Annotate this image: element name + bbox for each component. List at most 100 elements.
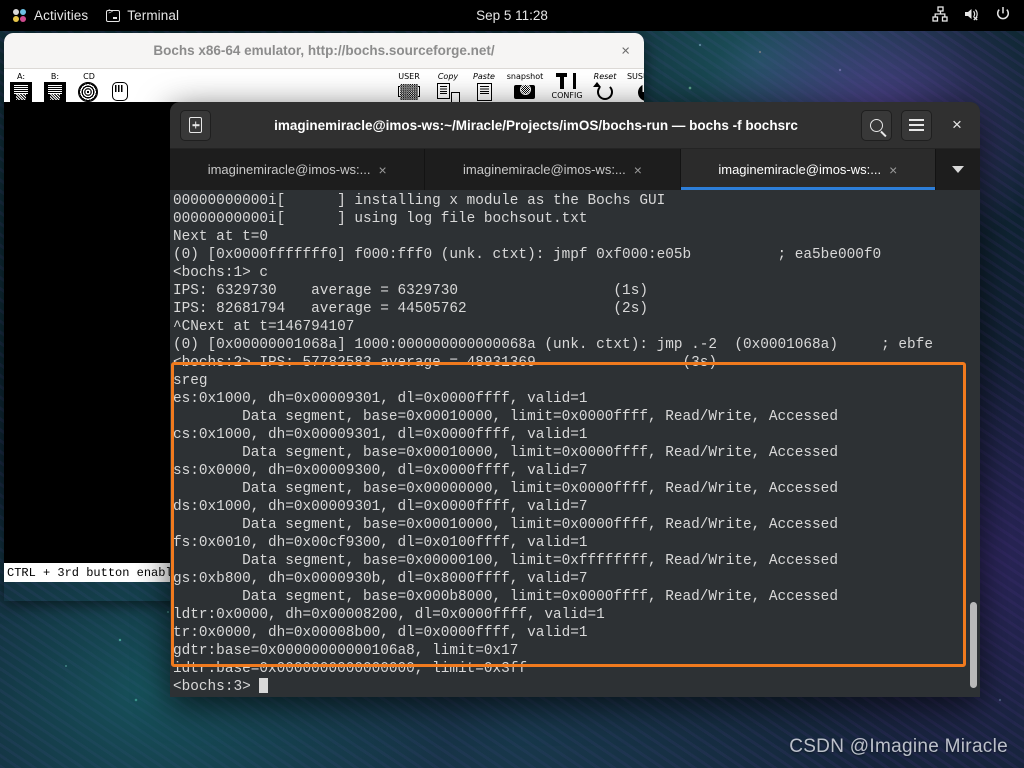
terminal-line: ss:0x0000, dh=0x00009300, dl=0x0000ffff,…: [173, 463, 588, 479]
tab-close-icon[interactable]: ×: [634, 162, 642, 178]
bochs-toolbar-left-group: A: B: CD: [4, 69, 140, 102]
search-button[interactable]: [861, 109, 892, 141]
camera-icon: [514, 82, 536, 102]
terminal-line: fs:0x0010, dh=0x00cf9300, dl=0x0100ffff,…: [173, 535, 588, 551]
user-button[interactable]: USER: [388, 69, 430, 102]
bochs-title-bar[interactable]: Bochs x86-64 emulator, http://bochs.sour…: [4, 33, 644, 69]
copy-icon: [437, 82, 460, 102]
cd-icon: [78, 82, 100, 102]
terminal-line: ^CNext at t=146794107: [173, 319, 355, 335]
terminal-line: Data segment, base=0x000b8000, limit=0x0…: [173, 589, 838, 605]
new-tab-icon: [189, 117, 202, 133]
activities-button[interactable]: Activities: [12, 8, 88, 23]
terminal-cursor: [259, 678, 269, 693]
watermark: CSDN @Imagine Miracle: [789, 736, 1008, 757]
power-icon: [995, 6, 1011, 25]
search-icon: [870, 118, 883, 132]
app-menu-label: Terminal: [127, 8, 180, 23]
floppy-b-label: B:: [50, 72, 60, 81]
bochs-toolbar-right-group: USER Copy Paste snapshot CONFIG Reset SU…: [388, 69, 644, 102]
terminal-line: gdtr:base=0x00000000000106a8, limit=0x17: [173, 643, 519, 659]
terminal-line: IPS: 6329730 average = 6329730 (1s): [173, 283, 648, 299]
bochs-toolbar: A: B: CD USER Copy Paste snapshot CONFIG…: [4, 69, 644, 102]
terminal-line: Data segment, base=0x00000100, limit=0xf…: [173, 553, 838, 569]
snapshot-button[interactable]: snapshot: [502, 69, 548, 102]
terminal-line: Data segment, base=0x00010000, limit=0x0…: [173, 517, 838, 533]
terminal-line: tr:0x0000, dh=0x00008b00, dl=0x0000ffff,…: [173, 625, 588, 641]
top-bar-left: Activities Terminal: [0, 8, 179, 23]
tab-close-icon[interactable]: ×: [889, 162, 897, 178]
terminal-text: 00000000000i[ ] installing x module as t…: [170, 190, 933, 696]
terminal-scrollbar-thumb[interactable]: [970, 602, 977, 688]
terminal-tab-3[interactable]: imaginemiracle@imos-ws:... ×: [680, 149, 936, 190]
tab-close-icon[interactable]: ×: [378, 162, 386, 178]
terminal-tab-bar: imaginemiracle@imos-ws:... × imaginemira…: [170, 149, 980, 190]
terminal-line: Data segment, base=0x00010000, limit=0x0…: [173, 409, 838, 425]
reload-icon: [594, 82, 616, 102]
chevron-down-icon: [951, 166, 964, 173]
window-close-button[interactable]: ×: [944, 112, 970, 138]
reset-button[interactable]: Reset: [586, 69, 624, 102]
terminal-line: <bochs:2> IPS: 57782583 average = 489313…: [173, 355, 718, 371]
terminal-line: ds:0x1000, dh=0x00009301, dl=0x0000ffff,…: [173, 499, 588, 515]
power-half-icon: [635, 82, 644, 102]
hamburger-menu-icon: [909, 119, 924, 131]
floppy-a-button[interactable]: A:: [4, 69, 38, 102]
floppy-a-label: A:: [16, 72, 26, 81]
terminal-line: (0) [0x0000fffffff0] f000:fff0 (unk. ctx…: [173, 247, 882, 263]
terminal-scrollbar[interactable]: [967, 190, 980, 697]
terminal-line: (0) [0x00000001068a] 1000:00000000000006…: [173, 337, 933, 353]
terminal-line: 00000000000i[ ] using log file bochsout.…: [173, 211, 588, 227]
mouse-button[interactable]: [106, 69, 140, 102]
network-icon: [932, 6, 948, 25]
floppy-b-button[interactable]: B:: [38, 69, 72, 102]
reset-label: Reset: [593, 72, 617, 81]
paste-button[interactable]: Paste: [466, 69, 502, 102]
paste-icon: [473, 82, 495, 102]
wrench-icon: [556, 72, 578, 92]
terminal-tab-2[interactable]: imaginemiracle@imos-ws:... ×: [425, 149, 681, 190]
terminal-line: sreg: [173, 373, 208, 389]
tab-list-dropdown-button[interactable]: [935, 149, 980, 190]
terminal-line: idtr:base=0x0000000000000000, limit=0x3f…: [173, 661, 528, 677]
system-status-area[interactable]: [932, 6, 1024, 25]
terminal-line: Next at t=0: [173, 229, 268, 245]
header-actions: ×: [861, 109, 970, 141]
suspend-label: SUSPEND: [626, 72, 644, 81]
screen-root: Activities Terminal Sep 5 11:28: [0, 0, 1024, 768]
copy-button[interactable]: Copy: [430, 69, 466, 102]
terminal-line: ldtr:0x0000, dh=0x00008200, dl=0x0000fff…: [173, 607, 605, 623]
tab-label: imaginemiracle@imos-ws:...: [207, 162, 371, 177]
mouse-icon: [112, 82, 134, 102]
terminal-line: es:0x1000, dh=0x00009301, dl=0x0000ffff,…: [173, 391, 588, 407]
terminal-icon: [106, 8, 121, 22]
terminal-output-area[interactable]: 00000000000i[ ] installing x module as t…: [170, 190, 980, 697]
suspend-button[interactable]: SUSPEND: [624, 69, 644, 102]
tab-label: imaginemiracle@imos-ws:...: [463, 162, 626, 177]
new-tab-button[interactable]: [180, 109, 211, 141]
keyboard-icon: [398, 82, 420, 102]
menu-button[interactable]: [901, 109, 932, 141]
cdrom-button[interactable]: CD: [72, 69, 106, 102]
terminal-line: cs:0x1000, dh=0x00009301, dl=0x0000ffff,…: [173, 427, 588, 443]
terminal-line: <bochs:1> c: [173, 265, 268, 281]
paste-label: Paste: [473, 72, 495, 81]
terminal-line: 00000000000i[ ] installing x module as t…: [173, 193, 666, 209]
volume-muted-icon: [963, 6, 980, 25]
activities-label: Activities: [34, 8, 89, 23]
terminal-line: Data segment, base=0x00010000, limit=0x0…: [173, 445, 838, 461]
bochs-close-button[interactable]: ×: [621, 43, 630, 58]
snapshot-label: snapshot: [506, 72, 544, 81]
app-menu-terminal[interactable]: Terminal: [106, 8, 179, 23]
tab-label: imaginemiracle@imos-ws:...: [718, 162, 882, 177]
user-label: USER: [398, 72, 420, 81]
terminal-line: IPS: 82681794 average = 44505762 (2s): [173, 301, 648, 317]
terminal-tab-1[interactable]: imaginemiracle@imos-ws:... ×: [170, 149, 426, 190]
terminal-line: Data segment, base=0x00000000, limit=0x0…: [173, 481, 838, 497]
floppy-icon: [10, 82, 32, 102]
config-button[interactable]: CONFIG: [548, 69, 586, 102]
copy-label: Copy: [437, 72, 459, 81]
bochs-title-label: Bochs x86-64 emulator, http://bochs.sour…: [153, 43, 495, 58]
window-title: imaginemiracle@imos-ws:~/Miracle/Project…: [274, 117, 798, 133]
floppy-icon: [44, 82, 66, 102]
